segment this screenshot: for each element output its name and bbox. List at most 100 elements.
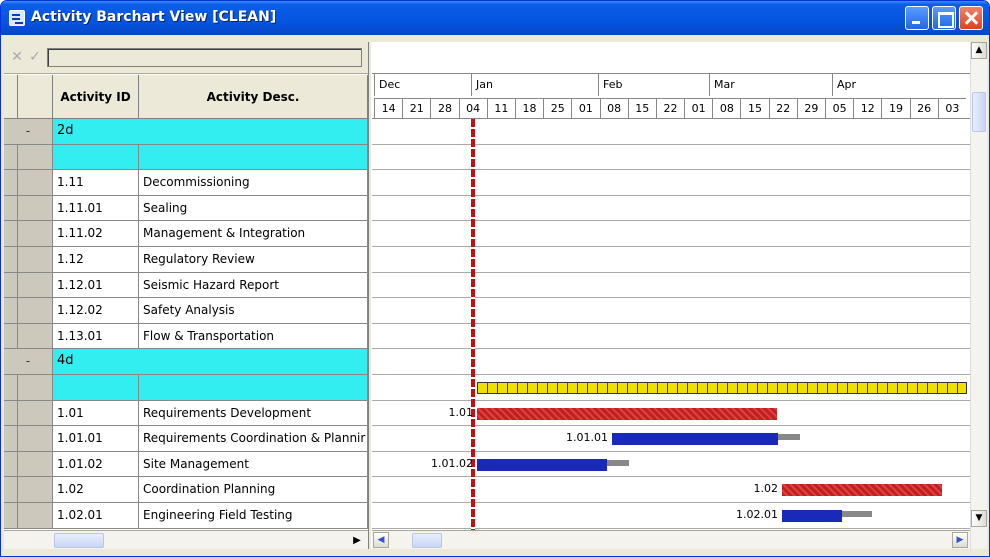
table-row[interactable]: 1.01 Requirements Development [4, 400, 368, 427]
activity-id-cell[interactable]: 1.12 [53, 246, 139, 272]
activity-id-cell[interactable]: 1.11.01 [53, 195, 139, 221]
row-selector[interactable] [18, 323, 53, 349]
column-header-activity-desc[interactable]: Activity Desc. [139, 75, 368, 118]
gantt-bar[interactable] [782, 484, 942, 497]
group-collapse-toggle[interactable]: - [4, 349, 53, 374]
activity-desc-cell[interactable]: Safety Analysis [139, 298, 368, 323]
activity-id-cell[interactable]: 1.02.01 [53, 502, 139, 528]
row-selector[interactable] [18, 400, 53, 426]
scroll-down-arrow-icon[interactable]: ▼ [971, 510, 987, 527]
timeline-day: 15 [627, 98, 656, 118]
activity-desc-cell[interactable]: Seismic Hazard Report [139, 272, 368, 298]
gantt-bar[interactable] [477, 407, 777, 420]
minimize-button[interactable] [905, 6, 929, 30]
gantt-scroll-right-arrow-icon[interactable]: ▶ [952, 532, 968, 548]
gantt-bar[interactable] [477, 458, 607, 471]
row-selector[interactable] [18, 272, 53, 298]
grid-scroll-thumb[interactable] [54, 533, 104, 548]
table-row[interactable]: 1.01.02 Site Management [4, 451, 368, 478]
scroll-up-arrow-icon[interactable]: ▲ [971, 42, 987, 59]
timeline-header: Dec Jan Feb Mar Apr 14 21 28 04 11 18 25 01 08 15 22 01… [372, 42, 970, 119]
row-gutter [4, 195, 18, 221]
activity-desc-cell[interactable]: Regulatory Review [139, 246, 368, 272]
activity-desc-cell[interactable]: Sealing [139, 195, 368, 221]
gantt-scroll-thumb[interactable] [412, 533, 442, 548]
activity-desc-cell[interactable]: Site Management [139, 451, 368, 477]
scroll-right-arrow-icon[interactable]: ▶ [349, 533, 365, 548]
activity-desc-cell[interactable]: Engineering Field Testing [139, 502, 368, 528]
activity-desc-cell[interactable]: Coordination Planning [139, 477, 368, 502]
close-button[interactable] [959, 6, 983, 30]
activity-id-cell[interactable]: 1.01 [53, 400, 139, 426]
activity-id-cell[interactable]: 1.01.02 [53, 451, 139, 477]
activity-id-cell[interactable] [53, 144, 139, 170]
column-header-activity-id[interactable]: Activity ID [53, 75, 139, 118]
row-selector[interactable] [18, 426, 53, 451]
header-corner [4, 75, 18, 118]
gantt-bar[interactable] [612, 433, 778, 446]
group-row[interactable]: -2d [4, 119, 368, 145]
table-row[interactable]: 1.12.01 Seismic Hazard Report [4, 272, 368, 299]
activity-desc-cell[interactable]: Requirements Coordination & Plannir [139, 426, 368, 451]
gantt-horizontal-scrollbar[interactable]: ◀ ▶ [372, 530, 970, 549]
table-row[interactable]: 1.02 Coordination Planning [4, 477, 368, 503]
cancel-edit-icon[interactable]: ✕ [8, 48, 26, 66]
vertical-scroll-thumb[interactable] [972, 92, 986, 132]
table-row[interactable]: 1.11 Decommissioning [4, 170, 368, 196]
activity-desc-cell[interactable]: Decommissioning [139, 170, 368, 195]
row-selector[interactable] [18, 221, 53, 246]
activity-desc-cell[interactable]: Management & Integration [139, 221, 368, 246]
activity-id-cell[interactable]: 1.11.02 [53, 221, 139, 246]
timeline-month: Mar [709, 74, 832, 96]
gantt-bar[interactable] [782, 510, 842, 522]
timeline-month: Feb [598, 74, 709, 96]
activity-desc-cell[interactable] [139, 374, 368, 400]
row-selector[interactable] [18, 298, 53, 323]
table-row[interactable] [4, 144, 368, 171]
accept-edit-icon[interactable]: ✓ [26, 48, 44, 66]
activity-id-cell[interactable]: 1.11 [53, 170, 139, 195]
activity-id-cell[interactable]: 1.12.02 [53, 298, 139, 323]
table-row[interactable]: 1.12 Regulatory Review [4, 246, 368, 273]
activity-id-cell[interactable]: 1.02 [53, 477, 139, 502]
table-row[interactable]: 1.02.01 Engineering Field Testing [4, 502, 368, 529]
vertical-scrollbar[interactable]: ▲ ▼ [970, 42, 987, 549]
cell-edit-field[interactable] [47, 48, 362, 67]
table-row[interactable]: 1.01.01 Requirements Coordination & Plann… [4, 426, 368, 452]
timeline-day: 22 [768, 98, 797, 118]
title-bar[interactable]: Activity Barchart View [CLEAN] [1, 1, 989, 35]
activity-desc-cell[interactable]: Requirements Development [139, 400, 368, 426]
timeline-day: 04 [458, 98, 487, 118]
activity-desc-cell[interactable]: Flow & Transportation [139, 323, 368, 349]
gantt-row [372, 324, 970, 350]
table-row[interactable]: 1.12.02 Safety Analysis [4, 298, 368, 324]
group-collapse-toggle[interactable]: - [4, 119, 53, 144]
table-row[interactable]: 1.11.01 Sealing [4, 195, 368, 222]
row-selector[interactable] [18, 170, 53, 195]
row-selector[interactable] [18, 246, 53, 272]
row-selector[interactable] [18, 451, 53, 477]
maximize-button[interactable] [932, 6, 956, 30]
row-selector[interactable] [18, 195, 53, 221]
row-selector[interactable] [18, 477, 53, 502]
row-selector[interactable] [18, 374, 53, 400]
row-gutter [4, 400, 18, 426]
activity-desc-cell[interactable] [139, 144, 368, 170]
activity-id-cell[interactable]: 1.01.01 [53, 426, 139, 451]
group-row[interactable]: -4d [4, 349, 368, 375]
table-row[interactable]: 1.13.01 Flow & Transportation [4, 323, 368, 350]
activity-id-cell[interactable]: 1.12.01 [53, 272, 139, 298]
scroll-left-arrow-icon[interactable]: ◀ [373, 532, 389, 548]
gantt-area[interactable]: 1.01 1.01.01 1.01.02 1.02 1.02.01 [372, 119, 970, 530]
table-row[interactable] [4, 374, 368, 401]
timeline-day: 08 [599, 98, 628, 118]
row-selector[interactable] [18, 144, 53, 170]
grid-horizontal-scrollbar[interactable]: ▶ [4, 530, 368, 549]
table-row[interactable]: 1.11.02 Management & Integration [4, 221, 368, 247]
gantt-bar[interactable] [477, 382, 967, 394]
activity-id-cell[interactable] [53, 374, 139, 400]
activity-id-cell[interactable]: 1.13.01 [53, 323, 139, 349]
edit-bar: ✕ ✓ [4, 42, 368, 74]
row-selector[interactable] [18, 502, 53, 528]
timeline-day: 08 [712, 98, 741, 118]
